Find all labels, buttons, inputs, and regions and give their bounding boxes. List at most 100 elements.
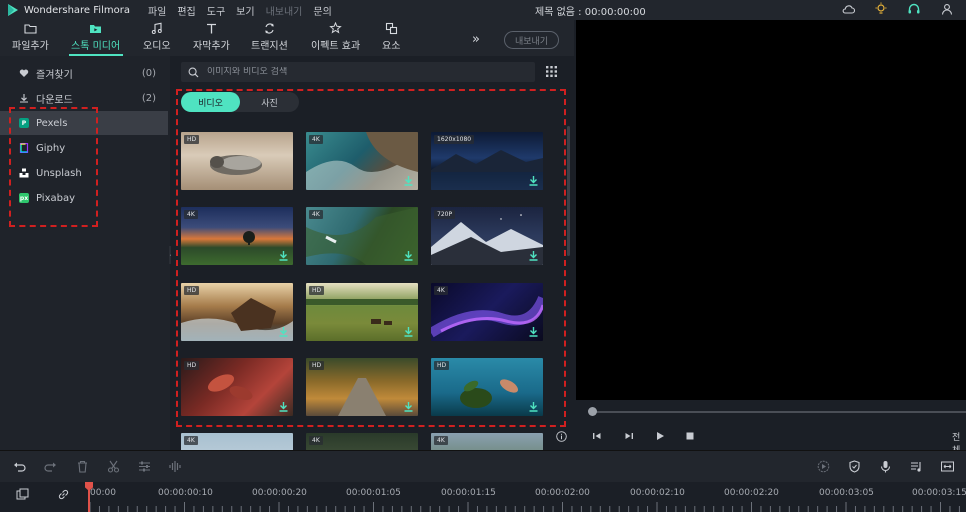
tool-label: 파일추가 <box>12 41 49 52</box>
step-forward-icon[interactable] <box>624 431 634 441</box>
tool-elements[interactable]: 요소 <box>382 22 400 52</box>
app-name: Wondershare Filmora <box>24 4 130 16</box>
download-icon[interactable] <box>279 327 288 337</box>
stop-icon[interactable] <box>685 431 695 441</box>
search-input[interactable] <box>207 67 507 77</box>
video-thumbnail[interactable]: 4K <box>431 433 543 450</box>
tool-import-media[interactable]: 파일추가 <box>12 22 49 52</box>
step-back-icon[interactable] <box>592 431 602 441</box>
video-thumbnail[interactable]: 720P <box>431 207 543 265</box>
tool-transitions[interactable]: 트랜지션 <box>251 22 288 52</box>
timestamp-label: 00:00:01:05 <box>346 488 401 498</box>
download-icon[interactable] <box>404 176 413 186</box>
download-icon[interactable] <box>404 327 413 337</box>
menu-tools[interactable]: 도구 <box>207 3 225 18</box>
more-tools-button[interactable]: » <box>472 32 480 47</box>
lightbulb-icon[interactable] <box>874 2 888 16</box>
timestamp-label: 00:00:02:10 <box>630 488 685 498</box>
tool-effects[interactable]: 이펙트 효과 <box>311 22 360 52</box>
search-bar <box>181 62 535 82</box>
grid-view-icon[interactable] <box>546 66 557 77</box>
download-icon[interactable] <box>279 402 288 412</box>
info-icon[interactable] <box>556 431 567 442</box>
resolution-badge: HD <box>184 286 200 295</box>
user-icon[interactable] <box>940 2 954 16</box>
preview-progress-knob[interactable] <box>588 407 597 416</box>
video-thumbnail[interactable]: 4K <box>306 207 418 265</box>
scissors-icon[interactable] <box>107 460 120 473</box>
cloud-icon[interactable] <box>841 2 855 16</box>
media-type-tabs: 비디오 사진 <box>181 92 299 112</box>
media-scrollbar[interactable] <box>567 126 570 256</box>
preview-progress-track[interactable] <box>592 411 966 413</box>
resolution-badge: 4K <box>309 436 323 445</box>
headset-icon[interactable] <box>907 2 921 16</box>
add-track-icon[interactable] <box>16 488 29 501</box>
tab-video[interactable]: 비디오 <box>181 92 240 112</box>
tool-label: 스톡 미디어 <box>71 41 121 52</box>
download-icon[interactable] <box>279 251 288 261</box>
fit-timeline-icon[interactable] <box>941 460 954 473</box>
play-icon[interactable] <box>655 431 665 441</box>
ruler-ticks <box>90 502 960 512</box>
video-thumbnail[interactable]: HD <box>181 358 293 416</box>
timestamp-label: 00:00:03:15 <box>912 488 966 498</box>
video-thumbnail[interactable]: HD <box>431 358 543 416</box>
download-icon[interactable] <box>529 402 538 412</box>
delete-icon[interactable] <box>76 460 89 473</box>
resolution-badge: 4K <box>434 436 448 445</box>
tool-label: 요소 <box>382 41 401 52</box>
adjust-icon[interactable] <box>138 460 151 473</box>
resolution-badge: HD <box>309 286 325 295</box>
redo-icon[interactable] <box>44 460 57 473</box>
aerial-coast-image <box>306 132 418 190</box>
folder-icon <box>24 24 37 34</box>
filmora-logo-icon <box>8 4 18 16</box>
video-thumbnail[interactable]: HD <box>306 283 418 341</box>
download-icon[interactable] <box>529 176 538 186</box>
video-thumbnail[interactable]: HD <box>306 358 418 416</box>
media-library-panel: 비디오 사진 HD 4K 1620x1080 4K 4K <box>171 56 574 450</box>
menu-file[interactable]: 파일 <box>148 3 166 18</box>
download-icon[interactable] <box>529 251 538 261</box>
menu-edit[interactable]: 편집 <box>177 3 195 18</box>
resolution-badge: HD <box>184 361 200 370</box>
purple-particles-image <box>431 295 543 338</box>
audio-mixer-icon[interactable] <box>910 460 923 473</box>
video-thumbnail[interactable]: 4K <box>181 433 293 450</box>
microphone-icon[interactable] <box>879 460 892 473</box>
video-thumbnail[interactable]: HD <box>181 283 293 341</box>
video-thumbnail[interactable]: 1620x1080 <box>431 132 543 190</box>
tool-stock-media[interactable]: 스톡 미디어 <box>71 22 120 52</box>
timeline-ruler[interactable]: 00:00 00:00:00:10 00:00:00:20 00:00:01:0… <box>0 482 966 512</box>
render-icon[interactable] <box>817 460 830 473</box>
export-button[interactable]: 내보내기 <box>504 31 559 49</box>
video-thumbnail[interactable]: 4K <box>181 207 293 265</box>
tab-photo[interactable]: 사진 <box>240 92 299 112</box>
tool-titles[interactable]: 자막추가 <box>193 22 230 52</box>
tool-label: 자막추가 <box>193 41 230 52</box>
sidebar-item-label: 즐겨찾기 <box>36 69 73 81</box>
download-icon[interactable] <box>404 251 413 261</box>
video-thumbnail[interactable]: 4K <box>306 433 418 450</box>
preview-screen[interactable] <box>576 20 966 400</box>
video-thumbnail[interactable]: HD <box>181 132 293 190</box>
menu-help[interactable]: 문의 <box>313 3 331 18</box>
favorites-count: (0) <box>141 67 156 79</box>
timestamp-label: 00:00 <box>90 488 116 498</box>
video-thumbnail[interactable]: 4K <box>431 283 543 341</box>
tool-audio[interactable]: 오디오 <box>143 22 171 52</box>
menu-export[interactable]: 내보내기 <box>266 3 303 18</box>
tool-label: 오디오 <box>143 41 171 52</box>
undo-icon[interactable] <box>13 460 26 473</box>
audio-waveform-icon[interactable] <box>169 460 182 473</box>
download-icon[interactable] <box>529 327 538 337</box>
sidebar-item-favorites[interactable]: 즐겨찾기 (0) <box>0 61 170 85</box>
main-toolbar: 파일추가 스톡 미디어 오디오 자막추가 트랜지션 이펙트 효과 요소 » 내보… <box>0 20 574 56</box>
shield-marker-icon[interactable] <box>848 460 861 473</box>
download-icon[interactable] <box>404 402 413 412</box>
video-thumbnail[interactable]: 4K <box>306 132 418 190</box>
menu-view[interactable]: 보기 <box>236 3 254 18</box>
resolution-badge: HD <box>184 135 200 144</box>
link-icon[interactable] <box>57 488 70 501</box>
